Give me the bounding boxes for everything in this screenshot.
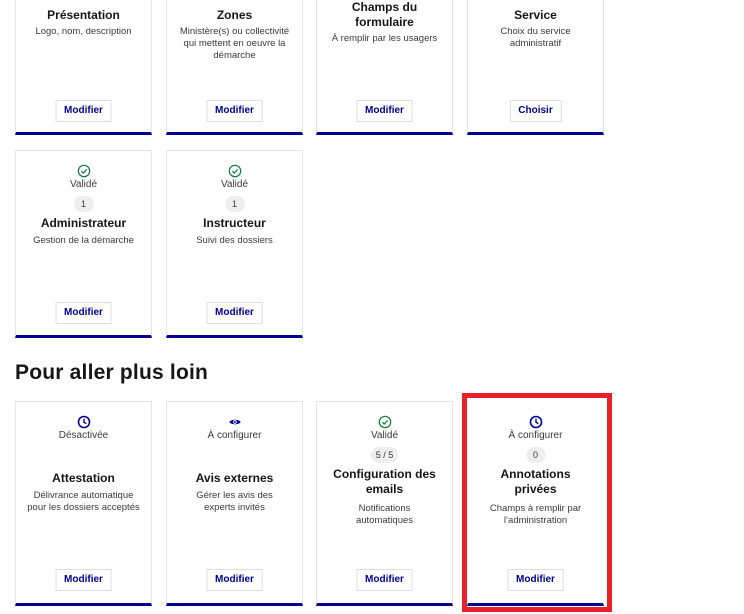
- card-private-annotations: À configurer 0 Annotations privées Champ…: [467, 401, 604, 606]
- card-description: Gérer les avis des experts invités: [196, 490, 273, 513]
- status-label: Validé: [370, 430, 399, 441]
- modify-button[interactable]: Modifier: [55, 100, 112, 122]
- modify-button[interactable]: Modifier: [356, 569, 413, 591]
- status-label: Validé: [220, 179, 249, 190]
- check-circle-icon: [378, 415, 391, 429]
- modify-button[interactable]: Modifier: [206, 100, 263, 122]
- card-description: Suivi des dossiers: [196, 235, 273, 246]
- card-zones: Zones Ministère(s) ou collectivité qui m…: [166, 0, 303, 135]
- clock-icon: [529, 415, 542, 429]
- card-title: Champs du formulaire: [351, 0, 418, 29]
- card-administrator: Validé 1 Administrateur Gestion de la dé…: [15, 150, 152, 338]
- status: À configurer: [468, 415, 603, 442]
- status: Validé: [317, 415, 452, 442]
- modify-button[interactable]: Modifier: [206, 569, 263, 591]
- status: Désactivée: [16, 415, 151, 442]
- card-description: Délivrance automatique pour les dossiers…: [27, 490, 140, 513]
- card-title: Attestation: [52, 471, 115, 485]
- modify-button[interactable]: Modifier: [55, 569, 112, 591]
- status: Validé: [16, 164, 151, 191]
- status: Validé: [167, 164, 302, 191]
- card-email-configuration: Validé 5 / 5 Configuration des emails No…: [316, 401, 453, 606]
- eye-icon: [228, 419, 241, 425]
- modify-button[interactable]: Modifier: [55, 302, 112, 324]
- card-title: Service: [514, 8, 557, 22]
- section-heading: Pour aller plus loin: [15, 361, 209, 384]
- card-description: Ministère(s) ou collectivité qui mettent…: [179, 26, 290, 61]
- status-label: À configurer: [508, 430, 563, 441]
- card-title: Présentation: [47, 8, 120, 22]
- card-title: Administrateur: [40, 216, 127, 230]
- count-badge: 5 / 5: [370, 447, 399, 463]
- card-title: Annotations privées: [500, 467, 571, 496]
- card-title: Configuration des emails: [333, 467, 436, 496]
- clock-icon: [77, 415, 90, 429]
- card-attestation: Désactivée Attestation Délivrance automa…: [15, 401, 152, 606]
- modify-button[interactable]: Modifier: [356, 100, 413, 122]
- card-title: Zones: [216, 8, 253, 22]
- card-form-fields: Champs du formulaire À remplir par les u…: [316, 0, 453, 135]
- card-title: Instructeur: [203, 216, 266, 230]
- card-instructor: Validé 1 Instructeur Suivi des dossiers …: [166, 150, 303, 338]
- check-circle-icon: [77, 164, 90, 178]
- count-badge: 1: [73, 196, 94, 212]
- card-external-reviews: À configurer Avis externes Gérer les avi…: [166, 401, 303, 606]
- modify-button[interactable]: Modifier: [507, 569, 564, 591]
- card-description: Logo, nom, description: [35, 26, 132, 37]
- card-description: Notifications automatiques: [355, 503, 414, 526]
- status-label: Validé: [69, 179, 98, 190]
- card-description: Champs à remplir par l’administration: [489, 503, 582, 526]
- card-service: Service Choix du service administratif C…: [467, 0, 604, 135]
- card-description: À remplir par les usagers: [331, 33, 438, 44]
- card-presentation: Présentation Logo, nom, description Modi…: [15, 0, 152, 135]
- choose-button[interactable]: Choisir: [509, 100, 562, 122]
- status: À configurer: [167, 415, 302, 442]
- card-description: Choix du service administratif: [500, 26, 571, 49]
- card-title: Avis externes: [195, 471, 274, 485]
- count-badge: 1: [224, 196, 245, 212]
- check-circle-icon: [228, 164, 241, 178]
- status-label: À configurer: [207, 430, 262, 441]
- status-label: Désactivée: [58, 430, 109, 441]
- card-description: Gestion de la démarche: [33, 235, 134, 246]
- modify-button[interactable]: Modifier: [206, 302, 263, 324]
- count-badge: 0: [525, 447, 546, 463]
